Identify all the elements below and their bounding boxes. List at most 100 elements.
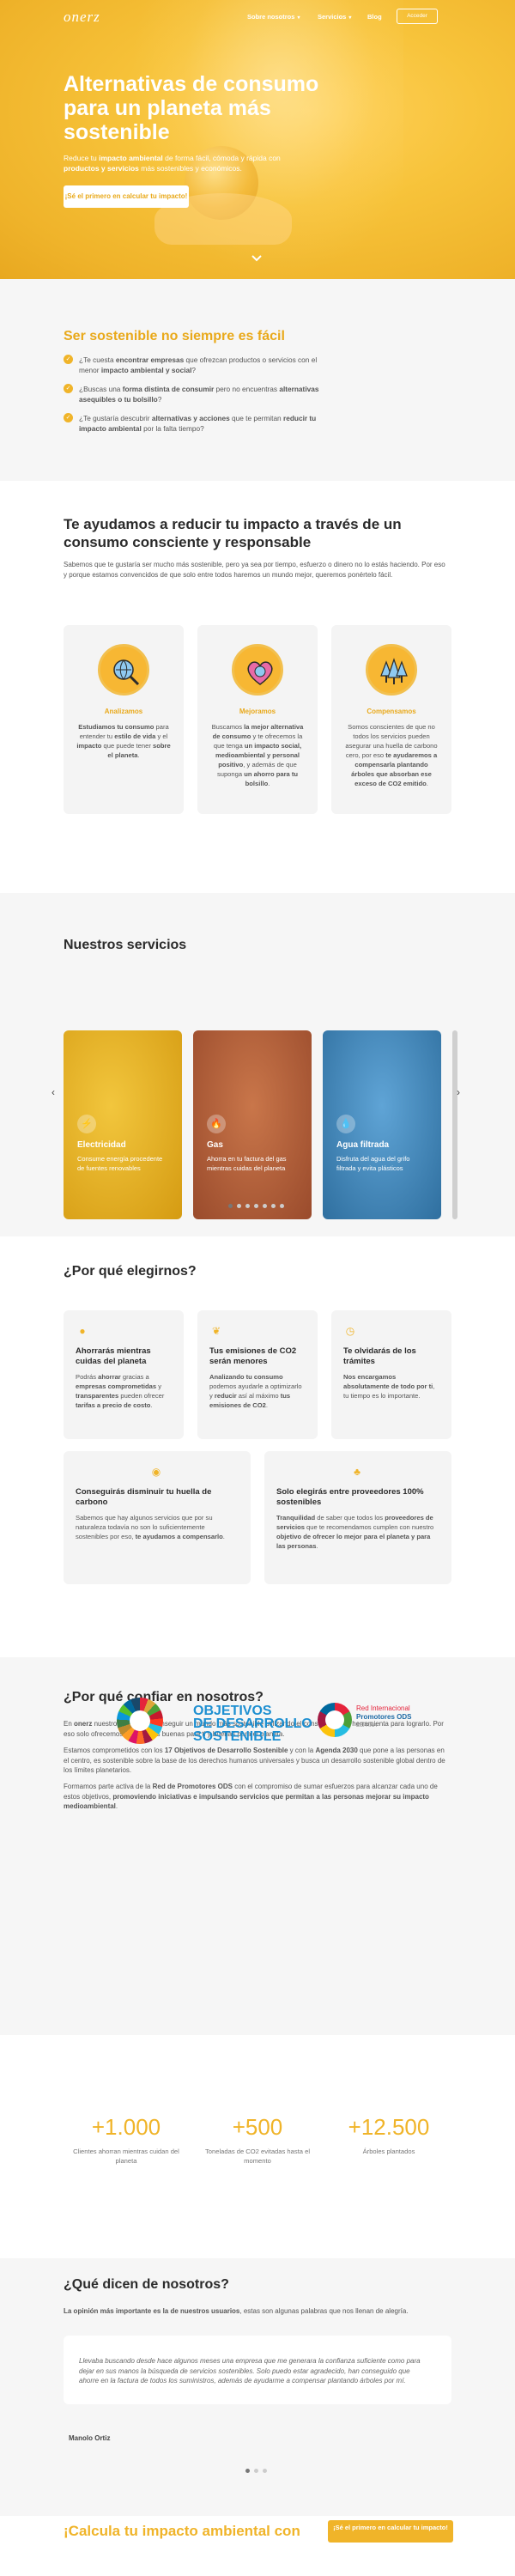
testimonials-subtitle: La opinión más importante es la de nuest… [64, 2307, 409, 2315]
lightning-icon: ⚡ [77, 1115, 96, 1133]
card-title: Compensamos [367, 708, 416, 715]
globe-icon: ◉ [151, 1466, 161, 1478]
carousel-next-arrow-icon[interactable]: › [457, 1086, 460, 1098]
red-ring-center [325, 1710, 344, 1729]
testimonial-quote: Llevaba buscando desde hace algunos mese… [79, 2357, 421, 2385]
top-nav: onerz Sobre nosotros ▾ Servicios ▾ Blog Ac… [0, 0, 515, 34]
footer-cta-button[interactable]: ¡Sé el primero en calcular tu impacto! [328, 2520, 453, 2543]
check-icon: ✓ [64, 355, 73, 364]
trees-icon [366, 644, 417, 696]
card-text: Somos conscientes de que no todos los se… [345, 723, 438, 787]
why-card-text: Analizando tu consumo podemos ayudarle a… [209, 1373, 302, 1409]
nav-item-services[interactable]: Servicios ▾ [318, 13, 351, 21]
why-card-title: Tus emisiones de CO2 serán menores [209, 1346, 297, 1366]
service-card-gas[interactable]: 🔥 Gas Ahorra en tu factura del gas mient… [193, 1030, 312, 1219]
login-button[interactable]: Acceder [397, 9, 438, 24]
intro-item: ✓ ¿Buscas una forma distinta de consumir … [64, 384, 330, 404]
flame-icon: 🔥 [207, 1115, 226, 1133]
hero-description: Reduce tu impacto ambiental de forma fác… [64, 154, 281, 173]
carousel-dot[interactable] [280, 1204, 284, 1208]
why-card-text: Podrás ahorrar gracias a empresas compro… [76, 1373, 165, 1409]
stat-number: +1.000 [91, 2114, 161, 2140]
water-drop-icon: 💧 [336, 1115, 355, 1133]
why-card-text: Tranquilidad de saber que todos los prov… [276, 1514, 434, 1550]
carousel-dot[interactable] [271, 1204, 276, 1208]
feature-card-improve: Mejoramos Buscamos la mejor alternativa … [197, 625, 318, 814]
intro-section: Ser sostenible no siempre es fácil ✓ ¿Te … [0, 279, 515, 481]
carousel-dot[interactable] [245, 2469, 250, 2473]
why-card-title: Conseguirás disminuir tu huella de carbo… [76, 1487, 212, 1507]
check-icon: ✓ [64, 384, 73, 393]
globe-magnifier-icon [98, 644, 149, 696]
leaf-icon: ❦ [211, 1325, 221, 1337]
service-card-water[interactable]: 💧 Agua filtrada Disfruta del agua del gr… [323, 1030, 441, 1219]
service-title: Agua filtrada [336, 1140, 390, 1150]
trust-paragraph: Estamos comprometidos con los 17 Objetiv… [64, 1747, 445, 1774]
why-card-paperwork: ◷ Te olvidarás de los trámites Nos encar… [331, 1310, 451, 1439]
feature-card-analyze: Analizamos Estudiamos tu consumo para en… [64, 625, 184, 814]
card-title: Mejoramos [239, 708, 276, 715]
carousel-dot[interactable] [254, 2469, 258, 2473]
chevron-down-icon: ▾ [348, 15, 352, 21]
services-title: Nuestros servicios [64, 938, 187, 952]
why-card-text: Sabemos que hay algunos servicios que po… [76, 1514, 225, 1540]
testimonials-title: ¿Qué dicen de nosotros? [64, 2277, 229, 2292]
hero-section: onerz Sobre nosotros ▾ Servicios ▾ Blog Ac… [0, 0, 515, 279]
carousel-dot[interactable] [237, 1204, 241, 1208]
carousel-dot[interactable] [254, 1204, 258, 1208]
footer-cta-section: ¡Calcula tu impacto ambiental con ¡Sé el… [0, 2516, 515, 2576]
carousel-dot[interactable] [263, 1204, 267, 1208]
testimonial-author: Manolo Ortiz [69, 2434, 111, 2442]
intro-item: ✓ ¿Te gustaría descubrir alternativas y a… [64, 413, 330, 434]
testimonial-card: Llevaba buscando desde hace algunos mese… [64, 2336, 451, 2404]
sprout-icon: ♣ [354, 1466, 360, 1478]
why-card-savings: ● Ahorrarás mientras cuidas del planeta … [64, 1310, 184, 1439]
chevron-down-icon: ▾ [297, 15, 300, 21]
clock-icon: ◷ [345, 1325, 355, 1337]
sdg-wheel-center [130, 1710, 150, 1731]
why-card-emissions: ❦ Tus emisiones de CO2 serán menores Ana… [197, 1310, 318, 1439]
hero-cta-button[interactable]: ¡Sé el primero en calcular tu impacto! [64, 185, 189, 208]
card-text: Estudiamos tu consumo para entender tu e… [76, 723, 171, 759]
why-card-title: Te olvidarás de los trámites [343, 1346, 416, 1366]
carousel-dot[interactable] [228, 1204, 233, 1208]
sdg-wheel-logo [117, 1698, 163, 1744]
piggy-bank-icon: ● [79, 1325, 86, 1337]
service-desc: Ahorra en tu factura del gas mientras cu… [207, 1155, 287, 1172]
service-desc: Disfruta del agua del grifo filtrada y e… [336, 1155, 410, 1172]
testimonial-dots [245, 2462, 271, 2477]
help-title: Te ayudamos a reducir tu impacto a travé… [64, 516, 402, 550]
check-icon: ✓ [64, 413, 73, 422]
nav-item-about[interactable]: Sobre nosotros ▾ [247, 13, 300, 21]
why-card-title: Solo elegirás entre proveedores 100% sos… [276, 1487, 424, 1507]
stat-number: +12.500 [348, 2114, 430, 2140]
service-title: Electricidad [77, 1140, 126, 1150]
carousel-dot[interactable] [263, 2469, 267, 2473]
why-card-providers: ♣ Solo elegirás entre proveedores 100% s… [264, 1451, 451, 1584]
intro-item: ✓ ¿Te cuesta encontrar empresas que ofrez… [64, 355, 330, 375]
help-section: Te ayudamos a reducir tu impacto a travé… [0, 481, 515, 893]
stat-label: Clientes ahorran mientras cuidan del pla… [73, 2148, 179, 2165]
hero-title: Alternativas de consumo para un planeta … [64, 72, 319, 144]
carousel-dot[interactable] [245, 1204, 250, 1208]
stats-section: +1.000 Clientes ahorran mientras cuidan … [0, 2035, 515, 2258]
card-text: Buscamos la mejor alternativa de consumo… [211, 723, 304, 787]
logo[interactable]: onerz [64, 9, 100, 26]
service-desc: Consume energía procedente de fuentes re… [77, 1155, 163, 1172]
feature-card-compensate: Compensamos Somos conscientes de que no … [331, 625, 451, 814]
scroll-down-chevron-icon[interactable] [249, 252, 264, 267]
nav-item-blog[interactable]: Blog [367, 13, 382, 21]
sdg-logo-text: OBJETIVOS DE DESARROLLO SOSTENIBLE [193, 1704, 312, 1744]
footer-cta-title: ¡Calcula tu impacto ambiental con [64, 2523, 300, 2539]
why-card-title: Ahorrarás mientras cuidas del planeta [76, 1346, 151, 1366]
trust-paragraph: Formamos parte activa de la Red de Promo… [64, 1783, 438, 1810]
carousel-prev-arrow-icon[interactable]: ‹ [52, 1086, 55, 1098]
red-promotores-logo-ring [318, 1703, 352, 1737]
service-card-electricity[interactable]: ⚡ Electricidad Consume energía procedent… [64, 1030, 182, 1219]
service-title: Gas [207, 1140, 223, 1150]
services-section: Nuestros servicios ⚡ Electricidad Consum… [0, 893, 515, 1236]
stat-label: Árboles plantados [362, 2148, 415, 2155]
stat-label: Toneladas de CO2 evitadas hasta el momen… [205, 2148, 310, 2165]
stat-number: +500 [232, 2114, 283, 2140]
service-card-next-peek [452, 1030, 457, 1219]
